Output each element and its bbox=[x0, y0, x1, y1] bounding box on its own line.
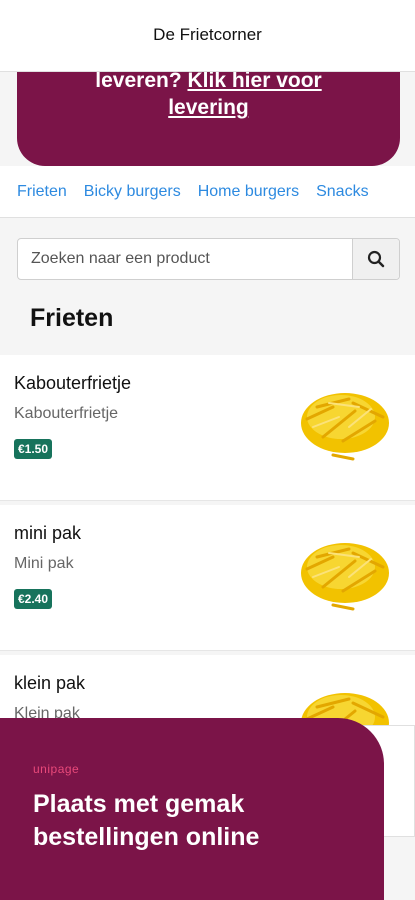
search-icon bbox=[367, 250, 385, 268]
fries-image bbox=[301, 543, 389, 611]
store-title: De Frietcorner bbox=[153, 24, 262, 44]
promo-headline-line2: bestellingen online bbox=[33, 823, 260, 851]
product-name: klein pak bbox=[14, 673, 86, 693]
price-badge: €1.50 bbox=[14, 439, 53, 459]
promo-headline: Plaats met gemak bestellingen online bbox=[33, 788, 384, 854]
product-card[interactable]: mini pak Mini pak €2.40 bbox=[0, 505, 415, 651]
category-snacks[interactable]: Snacks bbox=[316, 183, 368, 201]
delivery-banner: leveren? Klik hier voor levering bbox=[17, 56, 400, 166]
product-description: Mini pak bbox=[14, 555, 74, 572]
category-nav: Frieten Bicky burgers Home burgers Snack… bbox=[0, 166, 415, 218]
category-bicky-burgers[interactable]: Bicky burgers bbox=[84, 183, 181, 201]
delivery-link[interactable]: Klik hier voor bbox=[188, 69, 322, 92]
product-card[interactable]: Kabouterfrietje Kabouterfrietje €1.50 bbox=[0, 355, 415, 501]
delivery-link-continued[interactable]: levering bbox=[17, 94, 400, 122]
category-frieten[interactable]: Frieten bbox=[17, 183, 67, 201]
promo-panel: unipage Plaats met gemak bestellingen on… bbox=[0, 718, 384, 900]
product-description: Kabouterfrietje bbox=[14, 405, 119, 422]
search-button[interactable] bbox=[352, 239, 399, 279]
search-input[interactable]: Zoeken naar een product bbox=[18, 239, 352, 279]
product-name: Kabouterfrietje bbox=[14, 373, 132, 393]
top-bar: De Frietcorner bbox=[0, 0, 415, 72]
category-home-burgers[interactable]: Home burgers bbox=[198, 183, 299, 201]
unipage-logo: unipage bbox=[33, 762, 80, 776]
section-title: Frieten bbox=[30, 304, 114, 332]
price-badge: €2.40 bbox=[14, 589, 53, 609]
promo-headline-line1: Plaats met gemak bbox=[33, 790, 245, 818]
search-bar: Zoeken naar een product bbox=[17, 238, 400, 280]
banner-text: leveren? bbox=[95, 69, 188, 92]
fries-image bbox=[301, 393, 389, 461]
product-name: mini pak bbox=[14, 523, 82, 543]
